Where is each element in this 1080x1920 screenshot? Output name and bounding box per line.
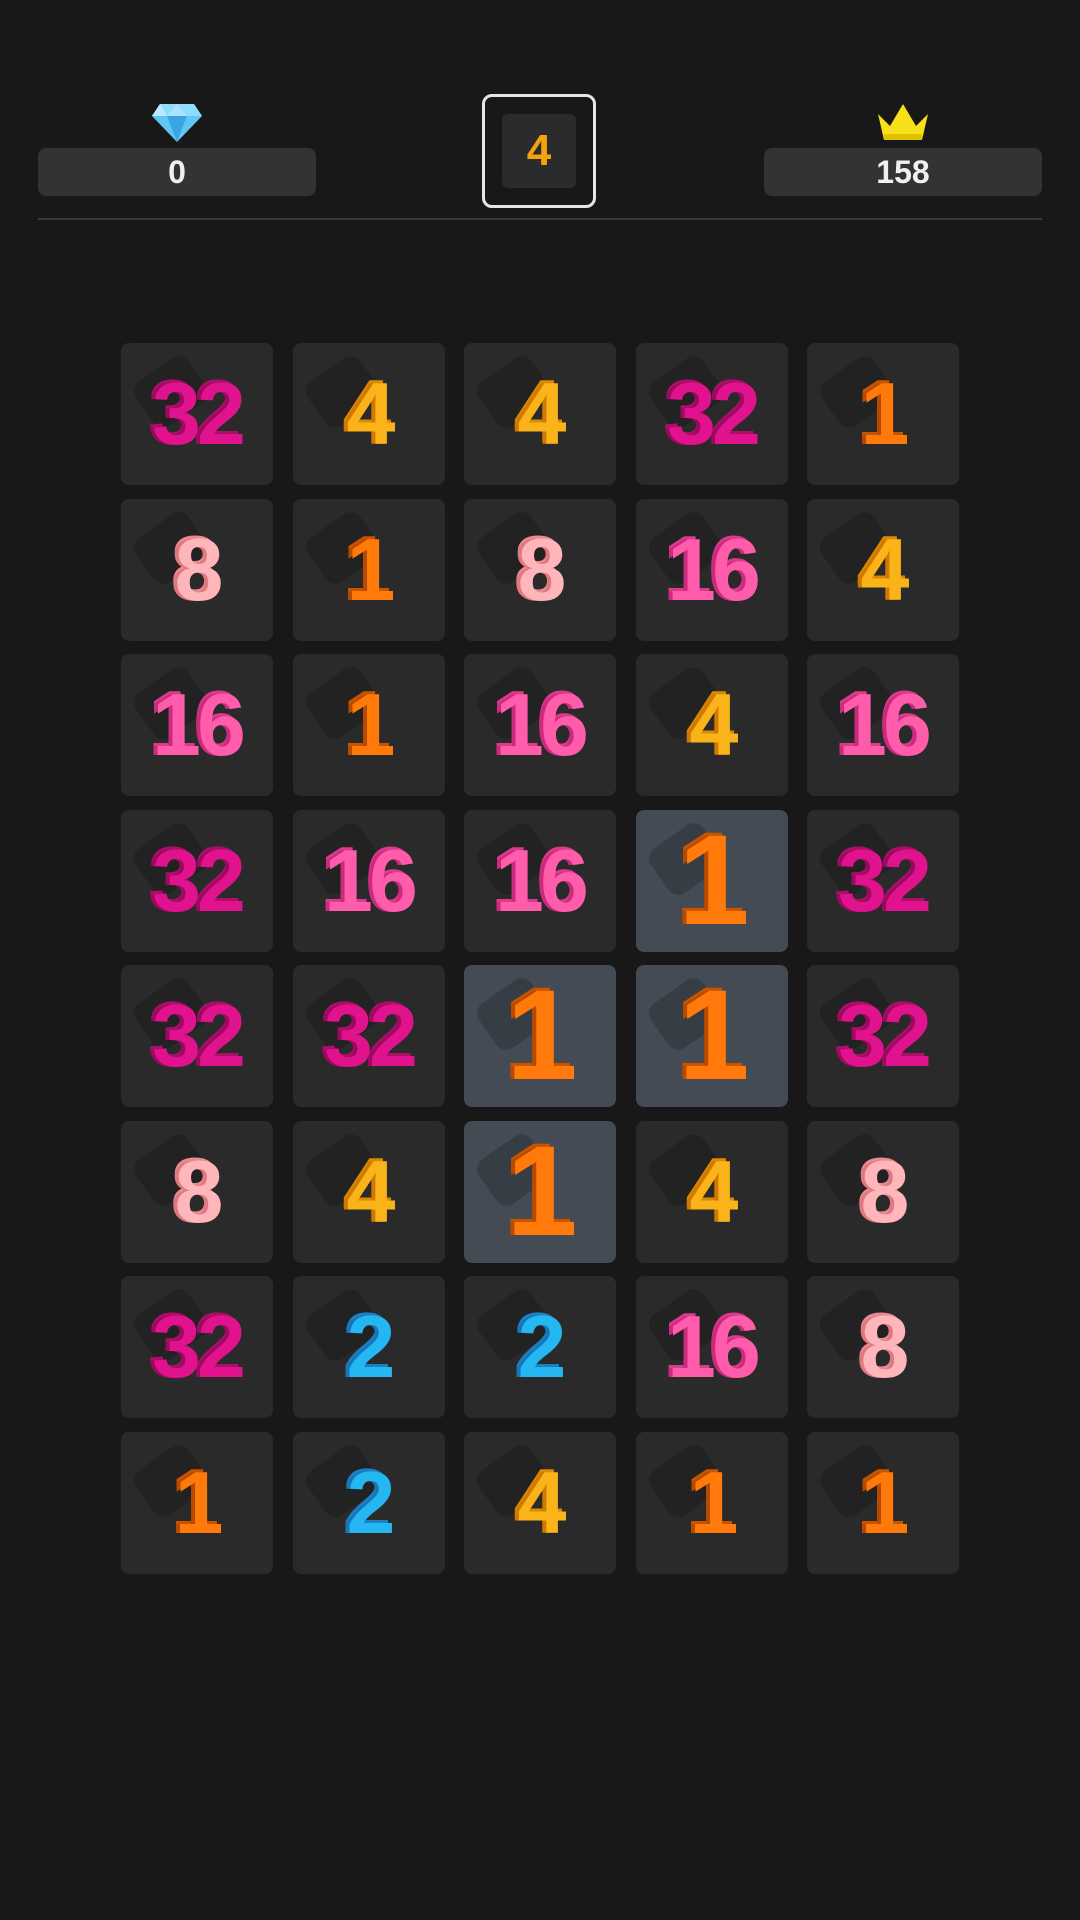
board-tile[interactable]: 4 bbox=[293, 1121, 445, 1263]
board-tile[interactable]: 1 bbox=[636, 965, 788, 1107]
board-tile[interactable]: 16 bbox=[807, 654, 959, 796]
board-tile[interactable]: 1 bbox=[293, 499, 445, 641]
board-tile[interactable]: 4 bbox=[636, 1121, 788, 1263]
best-score-value: 158 bbox=[764, 148, 1042, 196]
tile-value: 1 bbox=[506, 965, 577, 1107]
board-tile[interactable]: 2 bbox=[293, 1432, 445, 1574]
tile-value: 1 bbox=[860, 1453, 910, 1552]
tile-value: 4 bbox=[346, 1142, 396, 1241]
crown-icon bbox=[878, 104, 928, 140]
tile-value: 1 bbox=[174, 1453, 224, 1552]
board-tile[interactable]: 4 bbox=[293, 343, 445, 485]
board-tile[interactable]: 16 bbox=[464, 654, 616, 796]
board-tile[interactable]: 1 bbox=[293, 654, 445, 796]
board-tile[interactable]: 32 bbox=[293, 965, 445, 1107]
header-divider bbox=[38, 218, 1042, 220]
tile-value: 8 bbox=[174, 1142, 224, 1241]
board-tile[interactable]: 8 bbox=[807, 1121, 959, 1263]
tile-value: 8 bbox=[860, 1142, 910, 1241]
gems-value: 0 bbox=[38, 148, 316, 196]
board-tile[interactable]: 8 bbox=[121, 1121, 273, 1263]
board-tile[interactable]: 4 bbox=[636, 654, 788, 796]
tile-value: 8 bbox=[860, 1297, 910, 1396]
board-tile[interactable]: 16 bbox=[464, 810, 616, 952]
tile-value: 1 bbox=[346, 520, 396, 619]
tile-value: 16 bbox=[495, 831, 589, 930]
tile-value: 32 bbox=[152, 1297, 246, 1396]
tile-value: 4 bbox=[346, 364, 396, 463]
tile-value: 16 bbox=[838, 675, 932, 774]
tile-value: 4 bbox=[517, 1453, 567, 1552]
board-tile[interactable]: 1 bbox=[807, 1432, 959, 1574]
board-tile[interactable]: 4 bbox=[807, 499, 959, 641]
tile-value: 1 bbox=[506, 1121, 577, 1263]
tile-value: 2 bbox=[517, 1297, 567, 1396]
board-tile[interactable]: 4 bbox=[464, 343, 616, 485]
tile-value: 4 bbox=[517, 364, 567, 463]
tile-value: 2 bbox=[346, 1297, 396, 1396]
tile-value: 16 bbox=[667, 1297, 761, 1396]
board-tile[interactable]: 1 bbox=[464, 1121, 616, 1263]
tile-value: 32 bbox=[838, 831, 932, 930]
tile-value: 16 bbox=[495, 675, 589, 774]
board-tile[interactable]: 32 bbox=[807, 810, 959, 952]
tile-value: 32 bbox=[152, 986, 246, 1085]
board-tile[interactable]: 1 bbox=[464, 965, 616, 1107]
tile-value: 16 bbox=[152, 675, 246, 774]
board-tile[interactable]: 32 bbox=[807, 965, 959, 1107]
board-tile[interactable]: 32 bbox=[121, 1276, 273, 1418]
tile-value: 16 bbox=[667, 520, 761, 619]
board-tile[interactable]: 2 bbox=[293, 1276, 445, 1418]
tile-value: 1 bbox=[678, 965, 749, 1107]
diamond-icon bbox=[152, 104, 202, 142]
tile-value: 1 bbox=[689, 1453, 739, 1552]
board-tile[interactable]: 1 bbox=[636, 810, 788, 952]
board-tile[interactable]: 16 bbox=[636, 499, 788, 641]
tile-value: 4 bbox=[689, 675, 739, 774]
board-tile[interactable]: 8 bbox=[807, 1276, 959, 1418]
tile-value: 2 bbox=[346, 1453, 396, 1552]
tile-value: 1 bbox=[346, 675, 396, 774]
tile-value: 4 bbox=[689, 1142, 739, 1241]
board-tile[interactable]: 16 bbox=[293, 810, 445, 952]
tile-value: 32 bbox=[324, 986, 418, 1085]
tile-value: 16 bbox=[324, 831, 418, 930]
tile-value: 32 bbox=[838, 986, 932, 1085]
tile-value: 8 bbox=[517, 520, 567, 619]
board-tile[interactable]: 32 bbox=[121, 343, 273, 485]
tile-value: 8 bbox=[174, 520, 224, 619]
next-tile-value: 4 bbox=[502, 114, 576, 188]
game-screen: 0 4 158 32 4 4 32 1 8 1 8 16 4 16 1 16 4 16 32 16 16 1 32 32… bbox=[0, 0, 1080, 1920]
board-tile[interactable]: 8 bbox=[121, 499, 273, 641]
board-tile[interactable]: 16 bbox=[636, 1276, 788, 1418]
next-tile-preview: 4 bbox=[482, 94, 596, 208]
board-tile[interactable]: 1 bbox=[807, 343, 959, 485]
board-tile[interactable]: 2 bbox=[464, 1276, 616, 1418]
tile-value: 32 bbox=[667, 364, 761, 463]
board-tile[interactable]: 32 bbox=[636, 343, 788, 485]
tile-value: 1 bbox=[678, 810, 749, 952]
board-tile[interactable]: 8 bbox=[464, 499, 616, 641]
board-tile[interactable]: 32 bbox=[121, 965, 273, 1107]
tile-value: 32 bbox=[152, 831, 246, 930]
board-tile[interactable]: 4 bbox=[464, 1432, 616, 1574]
tile-value: 32 bbox=[152, 364, 246, 463]
board-tile[interactable]: 1 bbox=[636, 1432, 788, 1574]
board-tile[interactable]: 1 bbox=[121, 1432, 273, 1574]
board-tile[interactable]: 32 bbox=[121, 810, 273, 952]
board-tile[interactable]: 16 bbox=[121, 654, 273, 796]
tile-value: 4 bbox=[860, 520, 910, 619]
tile-value: 1 bbox=[860, 364, 910, 463]
